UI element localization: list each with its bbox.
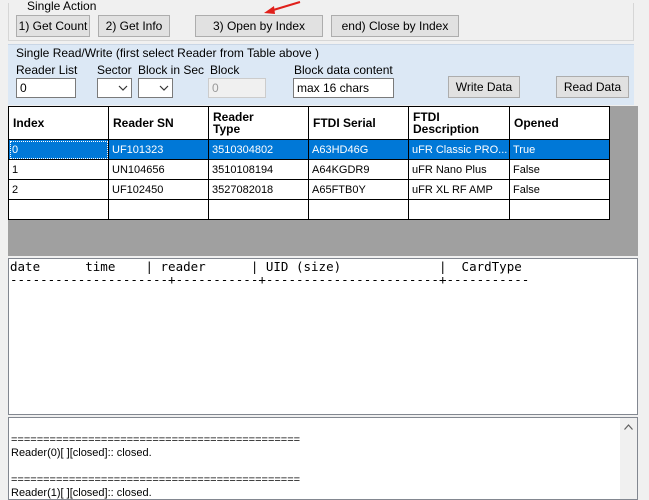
column-header-index[interactable]: Index — [8, 106, 109, 140]
readers-table[interactable]: Index Reader SN Reader Type FTDI Serial FTDI… — [8, 106, 610, 220]
block-data-label: Block data content — [294, 63, 393, 77]
table-cell-reader-type[interactable]: 3510304802 — [208, 139, 309, 160]
table-cell-empty[interactable] — [308, 199, 409, 220]
red-arrow-icon — [264, 1, 301, 14]
table-row[interactable]: 0 UF101323 3510304802 A63HD46G uFR Classic P… — [8, 139, 610, 160]
message-line: ========================================… — [11, 434, 301, 446]
block-label: Block — [210, 63, 240, 77]
table-cell-empty[interactable] — [208, 199, 309, 220]
column-header-opened[interactable]: Opened — [509, 106, 610, 140]
message-line: Reader(1)[ ][closed]:: closed. — [11, 487, 152, 499]
table-cell-ftdi-serial[interactable]: A65FTB0Y — [308, 179, 409, 200]
read-write-title: Single Read/Write (first select Reader f… — [16, 46, 320, 60]
table-cell-ftdi-description[interactable]: uFR Nano Plus — [408, 159, 510, 180]
close-by-index-button[interactable]: end) Close by Index — [331, 15, 459, 37]
message-line: Reader(0)[ ][closed]:: closed. — [11, 447, 152, 459]
column-header-reader-sn[interactable]: Reader SN — [108, 106, 209, 140]
block-in-sec-combo[interactable] — [138, 78, 173, 98]
table-cell-reader-sn[interactable]: UF101323 — [108, 139, 209, 160]
table-cell-opened[interactable]: True — [509, 139, 610, 160]
block-in-sec-label: Block in Sec — [138, 63, 205, 77]
block-input — [208, 78, 266, 98]
table-row[interactable]: 2 UF102450 3527082018 A65FTB0Y uFR XL RF AMP… — [8, 179, 610, 200]
read-data-button[interactable]: Read Data — [556, 76, 629, 98]
table-cell-opened[interactable]: False — [509, 159, 610, 180]
write-data-button[interactable]: Write Data — [448, 76, 520, 98]
card-log-area[interactable]: date time | reader | UID (size) | CardTy… — [8, 258, 638, 415]
table-cell-empty[interactable] — [108, 199, 209, 220]
table-row-new[interactable] — [8, 199, 610, 220]
table-cell-reader-sn[interactable]: UF102450 — [108, 179, 209, 200]
reader-list-input[interactable] — [16, 78, 76, 98]
column-header-ftdi-description[interactable]: FTDI Description — [408, 106, 510, 140]
table-cell-empty[interactable] — [408, 199, 510, 220]
table-cell-opened[interactable]: False — [509, 179, 610, 200]
table-cell-reader-sn[interactable]: UN104656 — [108, 159, 209, 180]
chevron-down-icon — [159, 85, 169, 91]
table-cell-index[interactable]: 0 — [8, 139, 109, 160]
reader-list-label: Reader List — [16, 63, 78, 77]
table-cell-ftdi-description[interactable]: uFR XL RF AMP — [408, 179, 510, 200]
get-info-button[interactable]: 2) Get Info — [98, 15, 170, 37]
readers-grid[interactable]: Index Reader SN Reader Type FTDI Serial FTDI… — [8, 106, 638, 256]
table-row[interactable]: 1 UN104656 3510108194 A64KGDR9 uFR Nano Plus… — [8, 159, 610, 180]
open-by-index-button[interactable]: 3) Open by Index — [195, 15, 323, 37]
single-action-title: Single Action — [25, 0, 99, 13]
table-cell-empty[interactable] — [8, 199, 109, 220]
message-line: ========================================… — [11, 474, 301, 486]
table-cell-ftdi-description[interactable]: uFR Classic PRO... — [408, 139, 510, 160]
table-cell-ftdi-serial[interactable]: A64KGDR9 — [308, 159, 409, 180]
sector-combo[interactable] — [97, 78, 132, 98]
chevron-up-icon[interactable] — [624, 424, 633, 430]
log-separator: ---------------------+-----------+------… — [10, 272, 530, 287]
table-header-row: Index Reader SN Reader Type FTDI Serial FTDI… — [8, 106, 610, 140]
status-messages[interactable]: ========================================… — [8, 417, 638, 500]
column-header-reader-type[interactable]: Reader Type — [208, 106, 309, 140]
table-cell-reader-type[interactable]: 3510108194 — [208, 159, 309, 180]
get-count-button[interactable]: 1) Get Count — [16, 15, 90, 37]
messages-scrollbar[interactable] — [620, 418, 637, 499]
table-cell-reader-type[interactable]: 3527082018 — [208, 179, 309, 200]
block-data-input[interactable] — [293, 78, 394, 98]
table-cell-ftdi-serial[interactable]: A63HD46G — [308, 139, 409, 160]
sector-label: Sector — [97, 63, 132, 77]
column-header-ftdi-serial[interactable]: FTDI Serial — [308, 106, 409, 140]
table-cell-empty[interactable] — [509, 199, 610, 220]
chevron-down-icon — [118, 85, 128, 91]
table-cell-index[interactable]: 1 — [8, 159, 109, 180]
table-cell-index[interactable]: 2 — [8, 179, 109, 200]
